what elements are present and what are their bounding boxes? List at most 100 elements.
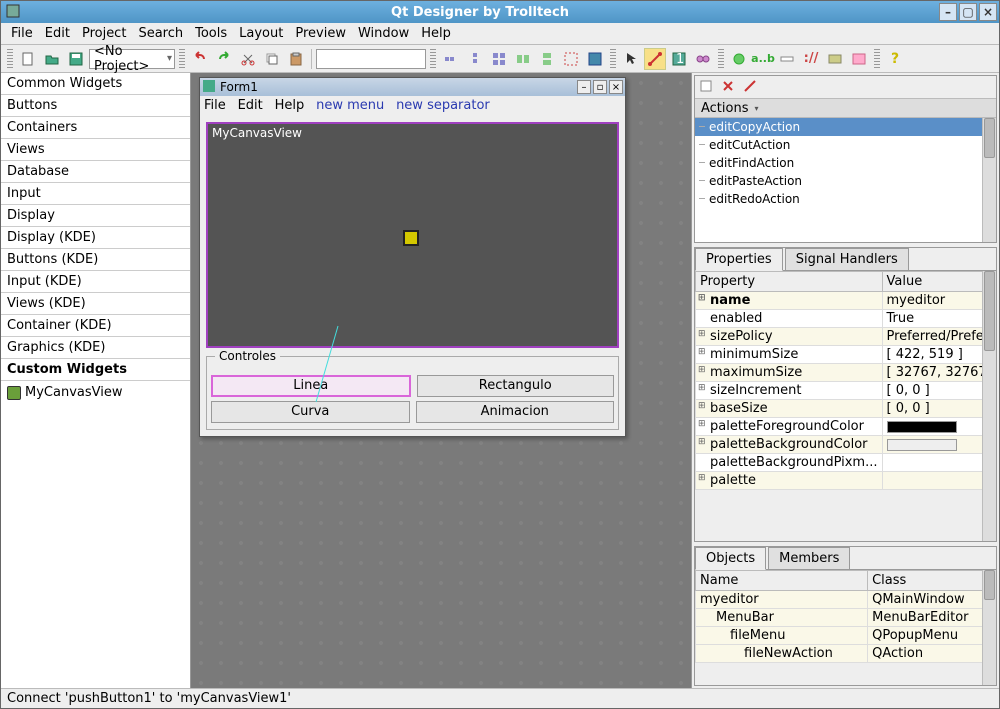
form-minimize-button[interactable]: –: [577, 80, 591, 94]
tab-members[interactable]: Members: [768, 547, 850, 569]
category-database[interactable]: Database: [1, 161, 190, 183]
curva-button[interactable]: Curva: [211, 401, 410, 423]
animacion-button[interactable]: Animacion: [416, 401, 615, 423]
property-row[interactable]: paletteForegroundColor: [696, 418, 997, 436]
edit-tool-icon[interactable]: [776, 48, 798, 70]
menu-project[interactable]: Project: [76, 24, 132, 43]
form-window[interactable]: Form1 – ▫ × File Edit Help new menu new …: [199, 77, 626, 437]
property-row[interactable]: minimumSize[ 422, 519 ]: [696, 346, 997, 364]
category-input-kde[interactable]: Input (KDE): [1, 271, 190, 293]
menu-help[interactable]: Help: [415, 24, 457, 43]
property-row[interactable]: baseSize[ 0, 0 ]: [696, 400, 997, 418]
category-graphics-kde[interactable]: Graphics (KDE): [1, 337, 190, 359]
connect-action-icon[interactable]: [743, 79, 759, 95]
maximize-button[interactable]: ▢: [959, 3, 977, 21]
col-property[interactable]: Property: [696, 272, 883, 292]
form-client[interactable]: MyCanvasView Controles Linea Rectangulo …: [200, 116, 625, 436]
object-row[interactable]: MenuBarMenuBarEditor: [696, 609, 996, 627]
category-container-kde[interactable]: Container (KDE): [1, 315, 190, 337]
adjust-size-icon[interactable]: [584, 48, 606, 70]
layout-v-icon[interactable]: [464, 48, 486, 70]
linea-button[interactable]: Linea: [211, 375, 411, 397]
menu-edit[interactable]: Edit: [39, 24, 76, 43]
save-icon[interactable]: [65, 48, 87, 70]
tab-signal-handlers[interactable]: Signal Handlers: [785, 248, 909, 270]
property-row[interactable]: namemyeditor: [696, 292, 997, 310]
category-buttons[interactable]: Buttons: [1, 95, 190, 117]
toolbar-grip[interactable]: [874, 49, 880, 69]
menu-search[interactable]: Search: [132, 24, 189, 43]
col-name[interactable]: Name: [696, 571, 868, 591]
canvas-widget[interactable]: MyCanvasView: [206, 122, 619, 348]
help-icon[interactable]: ?: [884, 48, 906, 70]
action-item[interactable]: editRedoAction: [695, 190, 996, 208]
preview-tool-icon[interactable]: [848, 48, 870, 70]
menu-window[interactable]: Window: [352, 24, 415, 43]
action-item[interactable]: editCutAction: [695, 136, 996, 154]
tab-order-icon[interactable]: 1: [668, 48, 690, 70]
redo-icon[interactable]: [213, 48, 235, 70]
actions-header[interactable]: Actions: [695, 98, 996, 118]
action-item[interactable]: editCopyAction: [695, 118, 996, 136]
undo-icon[interactable]: [189, 48, 211, 70]
property-row[interactable]: sizeIncrement[ 0, 0 ]: [696, 382, 997, 400]
minimize-button[interactable]: –: [939, 3, 957, 21]
break-layout-icon[interactable]: [560, 48, 582, 70]
toolbar-grip[interactable]: [610, 49, 616, 69]
menu-file[interactable]: File: [5, 24, 39, 43]
form-menu-help[interactable]: Help: [275, 98, 305, 113]
close-button[interactable]: ×: [979, 3, 997, 21]
form-menu-edit[interactable]: Edit: [238, 98, 263, 113]
resource-tool-icon[interactable]: [824, 48, 846, 70]
form-new-separator[interactable]: new separator: [396, 98, 490, 113]
col-class[interactable]: Class: [868, 571, 996, 591]
toolbar-grip[interactable]: [718, 49, 724, 69]
tab-properties[interactable]: Properties: [695, 248, 783, 271]
property-row[interactable]: paletteBackgroundColor: [696, 436, 997, 454]
toolbar-grip[interactable]: [7, 49, 13, 69]
form-menu-file[interactable]: File: [204, 98, 226, 113]
col-value[interactable]: Value: [882, 272, 996, 292]
category-views-kde[interactable]: Views (KDE): [1, 293, 190, 315]
category-input[interactable]: Input: [1, 183, 190, 205]
object-row[interactable]: fileMenuQPopupMenu: [696, 627, 996, 645]
connect-icon[interactable]: [644, 48, 666, 70]
category-buttons-kde[interactable]: Buttons (KDE): [1, 249, 190, 271]
layout-h-icon[interactable]: [440, 48, 462, 70]
property-row[interactable]: enabledTrue: [696, 310, 997, 328]
tab-objects[interactable]: Objects: [695, 547, 766, 570]
custom-widget-item[interactable]: MyCanvasView: [1, 381, 190, 404]
category-common-widgets[interactable]: Common Widgets: [1, 73, 190, 95]
new-file-icon[interactable]: [17, 48, 39, 70]
pointer-icon[interactable]: [620, 48, 642, 70]
layout-grid-icon[interactable]: [488, 48, 510, 70]
category-display[interactable]: Display: [1, 205, 190, 227]
scrollbar[interactable]: [982, 118, 996, 242]
form-close-button[interactable]: ×: [609, 80, 623, 94]
category-custom-widgets[interactable]: Custom Widgets: [1, 359, 190, 381]
cut-icon[interactable]: [237, 48, 259, 70]
layout-split-h-icon[interactable]: [512, 48, 534, 70]
action-item[interactable]: editPasteAction: [695, 172, 996, 190]
property-row[interactable]: paletteBackgroundPixm...: [696, 454, 997, 472]
property-row[interactable]: maximumSize[ 32767, 32767 ]: [696, 364, 997, 382]
form-maximize-button[interactable]: ▫: [593, 80, 607, 94]
form-new-menu[interactable]: new menu: [316, 98, 384, 113]
widget-tool-icon[interactable]: [728, 48, 750, 70]
category-display-kde[interactable]: Display (KDE): [1, 227, 190, 249]
scrollbar[interactable]: [982, 570, 996, 685]
toolbar-grip[interactable]: [430, 49, 436, 69]
menu-preview[interactable]: Preview: [289, 24, 352, 43]
search-input[interactable]: [316, 49, 426, 69]
menu-tools[interactable]: Tools: [189, 24, 233, 43]
property-row[interactable]: sizePolicyPreferred/Preferr...: [696, 328, 997, 346]
open-icon[interactable]: [41, 48, 63, 70]
rectangulo-button[interactable]: Rectangulo: [417, 375, 615, 397]
delete-action-icon[interactable]: [721, 79, 737, 95]
menu-layout[interactable]: Layout: [233, 24, 289, 43]
text-tool-icon[interactable]: a..b: [752, 48, 774, 70]
object-row[interactable]: myeditorQMainWindow: [696, 591, 996, 609]
new-action-icon[interactable]: [699, 79, 715, 95]
action-item[interactable]: editFindAction: [695, 154, 996, 172]
category-containers[interactable]: Containers: [1, 117, 190, 139]
